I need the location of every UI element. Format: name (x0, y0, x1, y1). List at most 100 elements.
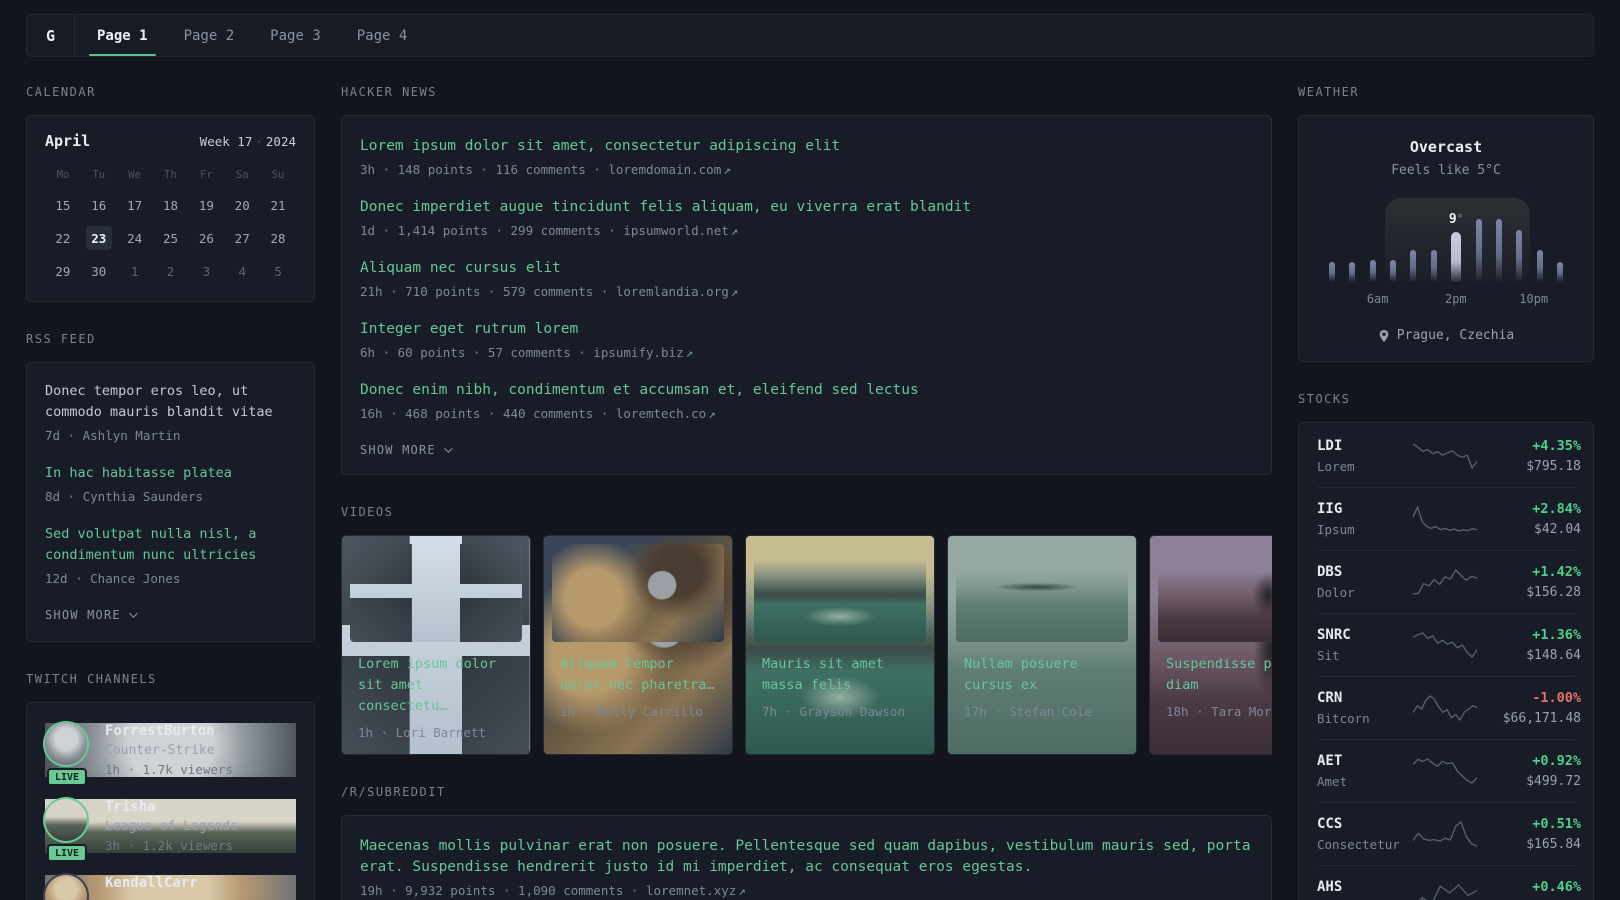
calendar-day: 18 (162, 197, 179, 213)
hn-meta-text: 1d · 1,414 points · 299 comments · ipsum… (360, 223, 729, 238)
hn-meta-text: 21h · 710 points · 579 comments · loreml… (360, 284, 729, 299)
stock-name: Bitcorn (1317, 711, 1370, 726)
time-axis-label: 2pm (1444, 292, 1467, 306)
stock-row[interactable]: IIG Ipsum +2.84% $42.04 (1317, 487, 1581, 550)
weather-location-row: Prague, Czechia (1317, 328, 1575, 343)
hn-item-meta: 6h · 60 points · 57 comments · ipsumify.… (360, 345, 1253, 360)
subreddit-section-title: /R/SUBREDDIT (341, 785, 446, 799)
rss-item-title[interactable]: In hac habitasse platea (45, 463, 296, 484)
avatar-wrap: LIVE (45, 875, 89, 900)
tab-page-2[interactable]: Page 2 (184, 15, 235, 56)
weather-bar (1410, 249, 1417, 282)
hourly-temp-chart: 9° (1329, 198, 1563, 282)
rss-item-title[interactable]: Donec tempor eros leo, ut commodo mauris… (45, 381, 296, 423)
channel-info: Trisha League of Legends 3h · 1.2k viewe… (105, 799, 238, 853)
hn-item-title[interactable]: Aliquam nec cursus elit (360, 258, 1253, 279)
stock-id: IIG Ipsum (1317, 501, 1413, 537)
page-tabs: Page 1 Page 2 Page 3 Page 4 (89, 15, 408, 56)
weather-bar (1329, 261, 1335, 282)
stock-name: Consectetur (1317, 837, 1400, 852)
calendar-weekday: Th (164, 169, 177, 181)
avatar-wrap: LIVE (45, 723, 89, 786)
stock-price: $66,171.48 (1502, 711, 1581, 726)
stocks-card: LDI Lorem +4.35% $795.18 IIG Ipsum +2.84… (1298, 422, 1594, 900)
dot-separator: · (255, 134, 263, 149)
hn-show-more[interactable]: SHOW MORE (360, 443, 453, 457)
hn-item-title[interactable]: Integer eget rutrum lorem (360, 319, 1253, 340)
external-link-icon: ↗ (723, 162, 731, 177)
avatar (45, 875, 87, 900)
video-card[interactable]: Nullam posuere cursus ex 17h · Stefan Co… (947, 535, 1137, 755)
twitch-channel-row[interactable]: LIVE Trisha League of Legends 3h · 1.2k … (45, 799, 296, 862)
rss-item-title[interactable]: Sed volutpat nulla nisl, a condimentum n… (45, 524, 296, 566)
show-more-label: SHOW MORE (360, 443, 436, 457)
tab-page-3[interactable]: Page 3 (270, 15, 321, 56)
stock-name: Ipsum (1317, 522, 1355, 537)
calendar-day: 19 (198, 197, 214, 213)
hn-item: Aliquam nec cursus elit 21h · 710 points… (360, 258, 1253, 299)
external-link-icon: ↗ (685, 345, 694, 360)
hn-item-title[interactable]: Lorem ipsum dolor sit amet, consectetur … (360, 136, 1253, 157)
subreddit-widget: /R/SUBREDDIT Maecenas mollis pulvinar er… (341, 785, 1272, 900)
stock-ticker: CCS (1317, 816, 1343, 832)
stock-row[interactable]: LDI Lorem +4.35% $795.18 (1317, 425, 1581, 487)
video-card[interactable]: Lorem ipsum dolor sit amet consectetu… 1… (341, 535, 531, 755)
current-temp-label: 9° (1448, 211, 1464, 227)
stock-change: +0.51% (1532, 816, 1581, 832)
left-column: CALENDAR April Week 17 · 2024 Mo Tu We Th Fr Sa… (26, 85, 315, 900)
rss-item: Sed volutpat nulla nisl, a condimentum n… (45, 524, 296, 586)
rss-item-meta: 8d · Cynthia Saunders (45, 489, 204, 504)
hacker-news-widget: HACKER NEWS Lorem ipsum dolor sit amet, … (341, 85, 1272, 475)
tab-page-1[interactable]: Page 1 (89, 15, 156, 56)
stock-row[interactable]: DBS Dolor +1.42% $156.28 (1317, 550, 1581, 613)
tab-page-4[interactable]: Page 4 (357, 15, 408, 56)
show-more-label: SHOW MORE (45, 608, 121, 622)
stock-row[interactable]: SNRC Sit +1.36% $148.64 (1317, 613, 1581, 676)
video-card[interactable]: Suspendisse potenti diam 18h · Tara Morr… (1149, 535, 1272, 755)
calendar-day: 1 (130, 263, 139, 279)
calendar-day: 27 (234, 230, 250, 246)
twitch-channel-row[interactable]: LIVE KendallCarr (45, 875, 296, 900)
stock-name: Lorem (1317, 459, 1355, 474)
stock-name: Dolor (1317, 585, 1355, 600)
external-link-icon: ↗ (730, 223, 739, 238)
app-logo[interactable]: G (27, 15, 75, 56)
reddit-post-title[interactable]: Maecenas mollis pulvinar erat non posuer… (360, 836, 1253, 878)
video-thumbnail (552, 544, 724, 642)
weather-feels-like: Feels like 5°C (1391, 163, 1501, 178)
hn-item-title[interactable]: Donec imperdiet augue tincidunt felis al… (360, 197, 1253, 218)
stock-row[interactable]: AET Amet +0.92% $499.72 (1317, 739, 1581, 802)
reddit-post: Maecenas mollis pulvinar erat non posuer… (360, 836, 1253, 898)
video-row: Lorem ipsum dolor sit amet consectetu… 1… (341, 535, 1272, 755)
calendar-grid: Mo Tu We Th Fr Sa Su 15 16 17 18 19 20 21 22 23 24 25 26 2… (45, 166, 296, 283)
stocks-widget: STOCKS LDI Lorem +4.35% $795.18 IIG Ipsu… (1298, 392, 1594, 900)
hn-item: Lorem ipsum dolor sit amet, consectetur … (360, 136, 1253, 177)
stock-price: $165.84 (1526, 837, 1581, 852)
external-link-icon: ↗ (730, 284, 739, 299)
time-axis-labels: 6am 2pm 10pm (1329, 292, 1563, 308)
rss-section-title: RSS FEED (26, 332, 96, 346)
channel-game: League of Legends (105, 819, 239, 834)
stock-sparkline (1413, 631, 1477, 659)
rss-show-more[interactable]: SHOW MORE (45, 608, 138, 622)
weather-bar (1430, 249, 1437, 282)
calendar-year: 2024 (265, 134, 296, 149)
stocks-section-title: STOCKS (1298, 392, 1351, 406)
calendar-day: 28 (270, 230, 286, 246)
map-pin-icon (1379, 329, 1389, 342)
stock-row[interactable]: AHS +0.46% (1317, 865, 1581, 900)
calendar-month: April (45, 132, 91, 150)
top-nav: G Page 1 Page 2 Page 3 Page 4 (26, 14, 1594, 57)
stock-row[interactable]: CCS Consectetur +0.51% $165.84 (1317, 802, 1581, 865)
calendar-weekday: We (128, 169, 141, 181)
hn-item-title[interactable]: Donec enim nibh, condimentum et accumsan… (360, 380, 1253, 401)
calendar-day: 2 (166, 263, 175, 279)
stock-change: +0.46% (1532, 879, 1581, 895)
stock-price: $42.04 (1534, 522, 1581, 537)
stock-values: +0.92% $499.72 (1477, 753, 1581, 789)
video-card[interactable]: Mauris sit amet massa felis 7h · Grayson… (745, 535, 935, 755)
video-card[interactable]: Aliquam tempor dolor nec pharetra… 1h · … (543, 535, 733, 755)
twitch-channel-row[interactable]: LIVE ForrestBurton Counter-Strike 1h · 1… (45, 723, 296, 786)
stock-row[interactable]: CRN Bitcorn -1.00% $66,171.48 (1317, 676, 1581, 739)
videos-section-title: VIDEOS (341, 505, 394, 519)
